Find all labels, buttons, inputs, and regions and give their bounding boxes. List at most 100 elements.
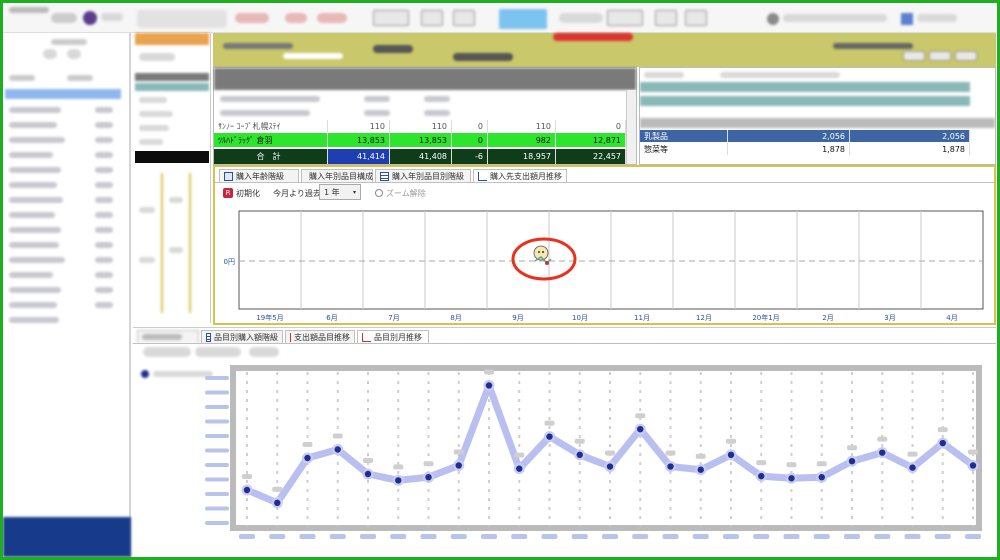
list-item-selected[interactable]: 乳製品 2,056 2,056 xyxy=(640,130,970,142)
y-axis-label: 0円 xyxy=(224,258,235,266)
tab-label: 品目別購入額階級 xyxy=(214,332,278,342)
data-point[interactable] xyxy=(334,446,341,453)
x-tick-placeholder xyxy=(390,534,407,539)
grid-row-selected[interactable]: ﾂﾙﾊﾄﾞﾗｯｸﾞ 倉羽 13,853 13,853 0 982 12,871 xyxy=(214,133,626,147)
data-point[interactable] xyxy=(304,454,311,462)
calendar-icon xyxy=(224,171,233,181)
x-tick-placeholder xyxy=(662,534,679,539)
x-tick-label: 19年5月 xyxy=(256,313,283,322)
tab-item-purchase-class[interactable]: 品目別購入額階級 xyxy=(201,330,283,343)
data-point[interactable] xyxy=(243,486,251,494)
y-tick-placeholder xyxy=(205,390,229,395)
list-item[interactable]: 惣菜等 1,878 1,878 xyxy=(640,143,970,155)
x-tick-label: 9月 xyxy=(512,314,523,322)
zoom-reset-button[interactable]: ズーム解除 xyxy=(375,186,426,200)
x-tick-placeholder xyxy=(360,534,376,539)
y-tick-placeholder xyxy=(205,434,229,438)
x-tick-label: 12月 xyxy=(696,314,712,322)
data-label-placeholder xyxy=(514,452,525,458)
x-tick-placeholder xyxy=(844,534,860,539)
list-item-value: 2,056 xyxy=(728,130,850,142)
grid-cell: 13,853 xyxy=(390,133,452,147)
tab-item-class[interactable]: 購入年別品目別階級 xyxy=(375,169,471,182)
tab-label: 品目別月推移 xyxy=(374,332,422,342)
data-point[interactable] xyxy=(727,451,735,458)
x-tick-placeholder xyxy=(481,534,497,539)
data-label-placeholder xyxy=(605,450,615,456)
data-point[interactable] xyxy=(818,474,825,481)
table-icon xyxy=(380,171,389,181)
tab-label: 購入先支出額月推移 xyxy=(490,171,562,181)
filter-header-bar xyxy=(213,33,996,67)
x-tick-label: 7月 xyxy=(388,314,399,322)
data-point[interactable] xyxy=(485,382,493,389)
x-tick-placeholder xyxy=(602,534,618,539)
zoom-reset-label: ズーム解除 xyxy=(386,188,426,198)
data-point[interactable] xyxy=(909,464,916,471)
data-label-placeholder xyxy=(423,461,434,467)
data-label-placeholder xyxy=(393,464,404,470)
left-sidebar xyxy=(3,33,131,557)
item-monthly-trend-chart xyxy=(205,365,982,539)
total-cell: 41,408 xyxy=(390,149,452,164)
y-tick-placeholder xyxy=(205,492,229,496)
x-tick-placeholder xyxy=(934,534,951,539)
line-chart-icon xyxy=(478,171,487,181)
upper-chart-panel: 購入年齢階級 購入年別品目構成 購入年別品目別階級 購入先支出額月推移 R 初期… xyxy=(213,165,996,325)
grid-cell-name: ｻﾝﾉｰ ｺｰﾌﾟ札幌ｽﾃｲ xyxy=(214,120,328,133)
data-label-placeholder xyxy=(695,453,706,459)
reset-button[interactable]: R 初期化 xyxy=(223,186,260,200)
range-select[interactable]: 1 年 ▾ xyxy=(319,184,361,200)
data-point[interactable] xyxy=(637,426,644,433)
data-label-placeholder xyxy=(786,462,797,468)
data-point[interactable] xyxy=(848,458,856,465)
top-toolbar xyxy=(3,3,997,33)
data-point[interactable] xyxy=(576,451,583,458)
lower-plot-area xyxy=(230,365,982,531)
tab-spend-trend[interactable]: 支出額品目推移 xyxy=(285,330,355,343)
data-point[interactable] xyxy=(425,474,432,481)
x-tick-label: 2月 xyxy=(822,314,833,322)
lower-chart-panel: 品目別購入額階級 支出額品目推移 品目別月推移 xyxy=(133,327,996,557)
data-label-placeholder xyxy=(574,438,585,444)
data-point[interactable] xyxy=(667,463,674,470)
data-point[interactable] xyxy=(697,466,704,473)
x-tick-placeholder xyxy=(239,534,255,539)
data-label-placeholder xyxy=(453,449,464,455)
data-point[interactable] xyxy=(274,499,281,506)
tab-label: 購入年別品目構成 xyxy=(309,171,373,181)
total-cell: -6 xyxy=(452,149,488,164)
tab-age-class[interactable]: 購入年齢階級 xyxy=(219,169,299,182)
total-cell: 41,414 xyxy=(328,149,390,164)
data-point[interactable] xyxy=(516,465,523,472)
grid-cell: 13,853 xyxy=(328,133,390,147)
tab-monthly-trend[interactable]: 購入先支出額月推移 xyxy=(473,169,567,182)
data-point[interactable] xyxy=(606,463,614,470)
x-tick-label: 4月 xyxy=(946,314,957,322)
data-point[interactable] xyxy=(455,462,462,469)
data-label-placeholder xyxy=(907,451,918,457)
y-tick-placeholder xyxy=(205,477,229,482)
data-point[interactable] xyxy=(969,462,977,469)
data-point[interactable] xyxy=(546,433,553,440)
data-label-placeholder xyxy=(242,474,252,479)
data-point[interactable] xyxy=(364,470,372,478)
data-point[interactable] xyxy=(788,475,795,482)
tab-item-monthly-trend[interactable]: 品目別月推移 xyxy=(357,330,429,343)
data-label-placeholder xyxy=(363,458,373,463)
data-point[interactable] xyxy=(395,477,402,484)
data-label-placeholder xyxy=(877,436,888,442)
tab-item-composition[interactable]: 購入年別品目構成 xyxy=(301,169,373,182)
data-label-placeholder xyxy=(816,461,827,467)
grid-scrollbar[interactable] xyxy=(626,90,636,164)
x-tick-placeholder xyxy=(632,534,649,539)
tab-blurred[interactable] xyxy=(137,330,199,343)
data-point[interactable] xyxy=(879,449,886,456)
data-point[interactable] xyxy=(939,439,946,447)
x-tick-placeholder xyxy=(329,534,346,539)
data-point[interactable] xyxy=(758,472,765,480)
grid-cell: 110 xyxy=(390,120,452,133)
reset-label: 初期化 xyxy=(236,188,260,198)
grid-row[interactable]: ｻﾝﾉｰ ｺｰﾌﾟ札幌ｽﾃｲ 110 110 0 110 0 xyxy=(214,120,626,133)
monthly-spend-chart: 0円 19年5月 6月 7月 8月 9月 10月 11月 12月 20年1月 2月 3月 4月 xyxy=(224,210,984,322)
